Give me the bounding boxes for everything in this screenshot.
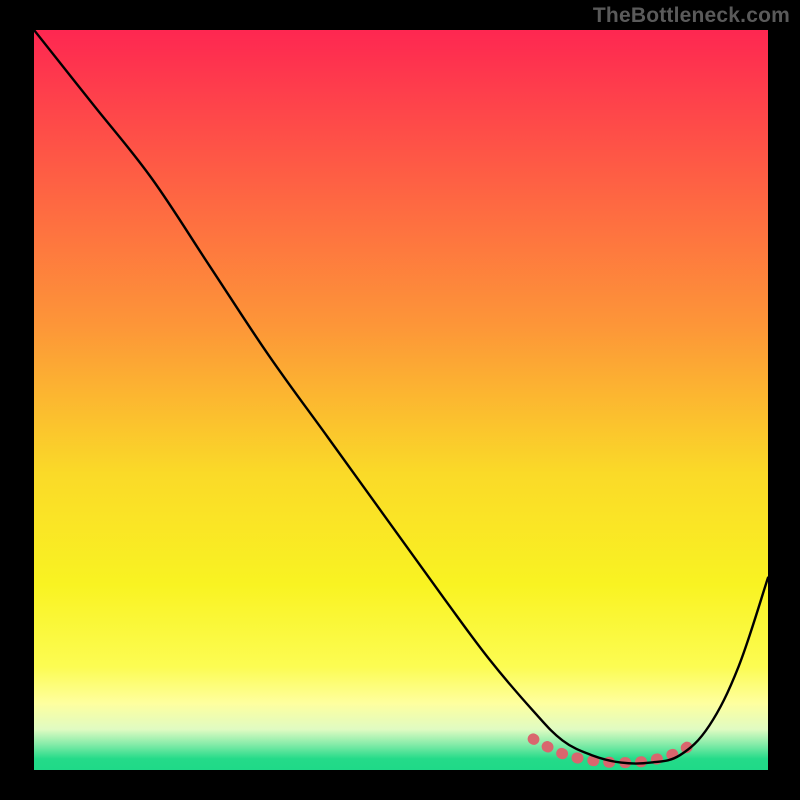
- watermark-text: TheBottleneck.com: [593, 4, 790, 28]
- curve-layer: [34, 30, 768, 770]
- plot-area: [34, 30, 768, 770]
- bottleneck-curve: [34, 30, 768, 764]
- chart-frame: TheBottleneck.com: [0, 0, 800, 800]
